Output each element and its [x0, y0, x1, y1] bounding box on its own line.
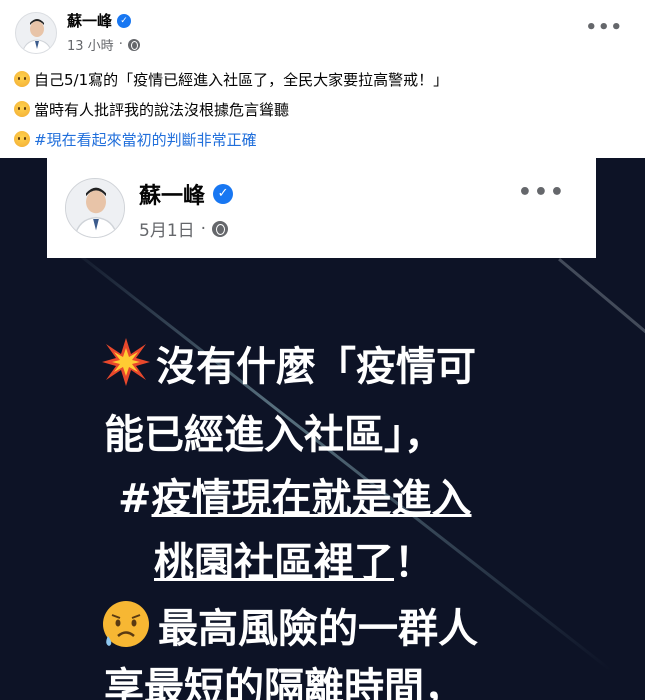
hashtag-link[interactable]: #現在看起來當初的判斷非常正確 — [34, 129, 257, 150]
verified-badge-icon: ✓ — [213, 184, 234, 204]
globe-icon — [212, 220, 229, 237]
meta-separator: · — [200, 218, 207, 239]
image-text-line-5: 最高風險的一群人 — [100, 598, 620, 654]
image-text-line-2: 能已經進入社區」， — [104, 410, 624, 460]
image-text: 享最短的隔離時間， — [104, 665, 464, 700]
embedded-more-icon: ••• — [517, 180, 566, 205]
verified-badge-icon: ✓ — [117, 13, 132, 28]
author-name[interactable]: 蘇一峰 — [67, 10, 112, 31]
image-text: 最高風險的一群人 — [158, 606, 478, 652]
image-text: # — [118, 476, 152, 522]
more-options-button[interactable]: ••• — [585, 19, 623, 37]
collision-burst-icon — [102, 338, 150, 386]
post-line-2: 當時有人批評我的說法沒根據危言聳聽 — [14, 94, 634, 124]
author-line: 蘇一峰 ✓ — [67, 10, 132, 31]
weary-face-icon — [14, 71, 30, 87]
embedded-author-name: 蘇一峰 — [139, 184, 206, 209]
embedded-post-meta: 5月1日 · — [139, 216, 229, 241]
post-line-3: #現在看起來當初的判斷非常正確 — [14, 124, 634, 154]
image-text-line-4: 桃園社區裡了！ — [154, 538, 645, 588]
author-avatar[interactable] — [15, 12, 57, 54]
image-text-underlined: 桃園社區裡了 — [154, 540, 394, 586]
post-header: 蘇一峰 ✓ 13 小時 · ••• — [0, 0, 645, 58]
image-text-line-3: #疫情現在就是進入 — [118, 474, 638, 524]
embedded-post-header: 蘇一峰 ✓ 5月1日 · ••• — [47, 158, 596, 258]
weary-face-icon — [14, 131, 30, 147]
embedded-author-avatar — [65, 178, 125, 238]
background-light-streak — [558, 258, 645, 338]
image-text-line-1: 沒有什麼「疫情可 — [100, 336, 620, 392]
image-text-underlined: 疫情現在就是進入 — [151, 476, 472, 522]
image-text-line-6: 享最短的隔離時間， — [104, 663, 624, 700]
meta-separator: · — [118, 37, 123, 52]
unamused-face-icon — [14, 101, 30, 117]
post-line-1: 自己5/1寫的「疫情已經進入社區了，全民大家要拉高警戒！」 — [14, 64, 634, 94]
image-text: 能已經進入社區」， — [104, 412, 444, 458]
doctor-portrait-icon — [16, 13, 56, 53]
sad-sweat-face-icon — [103, 601, 149, 647]
image-text: 沒有什麼「疫情可 — [156, 344, 476, 390]
embedded-author-line: 蘇一峰 ✓ — [139, 178, 234, 210]
doctor-portrait-icon — [66, 179, 124, 237]
embedded-post-date: 5月1日 — [139, 221, 195, 241]
image-text: ！ — [394, 540, 434, 586]
post-body: 自己5/1寫的「疫情已經進入社區了，全民大家要拉高警戒！」 當時有人批評我的說法… — [14, 64, 634, 154]
post-line-text: 自己5/1寫的「疫情已經進入社區了，全民大家要拉高警戒！」 — [34, 70, 449, 89]
post-timestamp[interactable]: 13 小時 — [67, 35, 114, 54]
shared-screenshot-image[interactable]: 蘇一峰 ✓ 5月1日 · ••• 沒有什麼「疫情可 能已經進入社區」， #疫情現… — [0, 158, 645, 700]
post-line-text: 當時有人批評我的說法沒根據危言聳聽 — [34, 100, 290, 119]
post-meta: 13 小時 · — [67, 35, 140, 54]
globe-icon[interactable] — [127, 38, 140, 51]
